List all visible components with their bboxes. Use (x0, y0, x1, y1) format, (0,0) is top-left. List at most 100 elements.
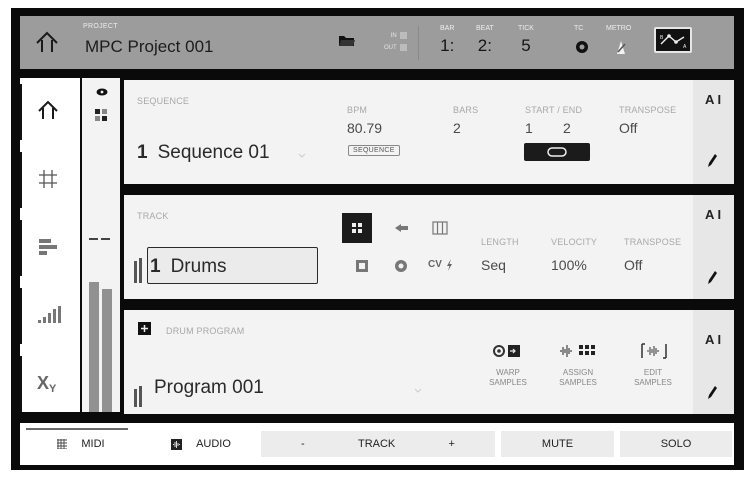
assign-label-line2: SAMPLES (559, 378, 597, 387)
beat-value: 2: (477, 36, 492, 55)
solo-button[interactable]: SOLO (620, 431, 732, 457)
pad-grid-icon[interactable] (95, 109, 107, 121)
edit-samples-icon[interactable] (640, 342, 668, 360)
folder-icon (339, 36, 355, 46)
tc-display[interactable]: TC (574, 25, 583, 36)
nav-grid[interactable] (20, 146, 78, 212)
track-name: Drums (170, 256, 227, 277)
sequence-selector[interactable]: 1 Sequence 01 (137, 142, 270, 164)
warp-samples-button[interactable]: WARP SAMPLES (478, 368, 538, 388)
tick-label: TICK (518, 25, 534, 32)
io-indicators: IN OUT (384, 30, 407, 54)
meter-reference-mark (89, 238, 110, 240)
nav-divider (20, 152, 22, 208)
svg-text:B: B (660, 35, 664, 41)
bpm-source-button[interactable]: SEQUENCE (348, 145, 400, 156)
project-name[interactable]: MPC Project 001 (85, 37, 214, 57)
sequence-label: SEQUENCE (137, 96, 190, 106)
solo-label: SOLO (660, 438, 692, 450)
seq-transpose-label: TRANSPOSE (619, 105, 677, 115)
svg-text:A: A (683, 44, 687, 50)
loop-icon (547, 147, 567, 157)
piano-icon (432, 221, 448, 235)
tc-label: TC (574, 25, 584, 32)
clip-icon (356, 260, 368, 272)
bpm-value[interactable]: 80.79 (347, 120, 382, 136)
eye-icon[interactable] (96, 88, 108, 96)
bars-icon (39, 239, 57, 255)
grip-icon[interactable] (134, 382, 144, 408)
folder-button[interactable] (338, 34, 356, 48)
chevron-down-icon[interactable] (298, 153, 306, 158)
bar-display: BAR 1: (440, 25, 454, 56)
program-name[interactable]: Program 001 (154, 377, 264, 399)
track-type-keygroup-button[interactable] (386, 213, 416, 243)
track-transpose-value[interactable]: Off (624, 257, 642, 273)
nav-divider (20, 356, 22, 412)
metronome-icon[interactable] (613, 39, 629, 55)
chevron-down-icon[interactable] (414, 388, 422, 393)
bar-value: 1: (440, 36, 455, 55)
track-label: TRACK (137, 211, 169, 221)
track-type-plugin-button[interactable] (425, 213, 455, 243)
start-end-label: START / END (525, 105, 583, 115)
midi-grid-icon (57, 439, 68, 449)
track-name-display[interactable]: 1 Drums (150, 256, 227, 278)
ai-button[interactable]: A I (705, 332, 721, 347)
assign-samples-button[interactable]: ASSIGN SAMPLES (548, 368, 608, 388)
program-side: A I (693, 310, 734, 414)
assign-label-line1: ASSIGN (562, 368, 594, 377)
project-label: PROJECT (83, 23, 118, 30)
ai-button[interactable]: A I (705, 92, 721, 107)
ai-button[interactable]: A I (705, 207, 721, 222)
end-value[interactable]: 2 (563, 120, 571, 136)
nav-mixer[interactable] (20, 282, 78, 348)
waveform-icon: B A (660, 34, 687, 50)
mute-button[interactable]: MUTE (501, 431, 614, 457)
midi-tab-indicator (26, 428, 128, 430)
bars-value[interactable]: 2 (453, 120, 461, 136)
home-button[interactable] (34, 28, 60, 56)
cv-bolt-icon (447, 259, 452, 271)
nav-xyfx[interactable]: X Y (20, 350, 78, 416)
divider (418, 26, 419, 60)
tab-audio[interactable]: AUDIO (146, 431, 256, 457)
grip-icon[interactable] (134, 258, 144, 284)
waveform-button[interactable]: B A (654, 27, 692, 53)
pencil-icon[interactable] (706, 152, 718, 168)
length-value[interactable]: Seq (481, 257, 506, 273)
bars-label: BARS (453, 105, 479, 115)
edit-label-line1: EDIT (643, 368, 663, 377)
pencil-icon[interactable] (706, 269, 718, 285)
track-plus-button[interactable]: + (449, 438, 455, 450)
nav-divider (20, 220, 22, 276)
metro-display[interactable]: METRO (606, 25, 631, 36)
warp-label-line2: SAMPLES (489, 378, 527, 387)
track-type-drum-button[interactable] (342, 213, 372, 243)
nav-tracks[interactable] (20, 214, 78, 280)
nav-divider (20, 288, 22, 344)
assign-samples-icon[interactable] (559, 343, 597, 359)
track-minus-button[interactable]: - (301, 438, 305, 450)
timecode-icon[interactable] (574, 39, 590, 55)
meter-right (102, 289, 112, 412)
tab-midi[interactable]: MIDI (26, 431, 136, 457)
edit-samples-button[interactable]: EDIT SAMPLES (623, 368, 683, 388)
start-value[interactable]: 1 (525, 120, 533, 136)
track-type-clip-button[interactable] (347, 251, 377, 281)
warp-label-line1: WARP (496, 368, 520, 377)
audio-label: AUDIO (196, 438, 231, 450)
track-type-midi-button[interactable] (386, 251, 416, 281)
velocity-value[interactable]: 100% (551, 257, 587, 273)
track-type-cv-button[interactable]: CV (428, 259, 442, 270)
level-meters (82, 78, 120, 412)
sequence-panel (124, 80, 693, 184)
program-label: DRUM PROGRAM (166, 326, 245, 336)
warp-samples-icon[interactable] (492, 343, 524, 359)
drum-grid-icon (352, 223, 362, 233)
out-led (399, 43, 407, 51)
loop-button[interactable] (524, 143, 590, 161)
nav-home[interactable] (20, 78, 78, 144)
seq-transpose-value[interactable]: Off (619, 120, 637, 136)
pencil-icon[interactable] (706, 384, 718, 400)
